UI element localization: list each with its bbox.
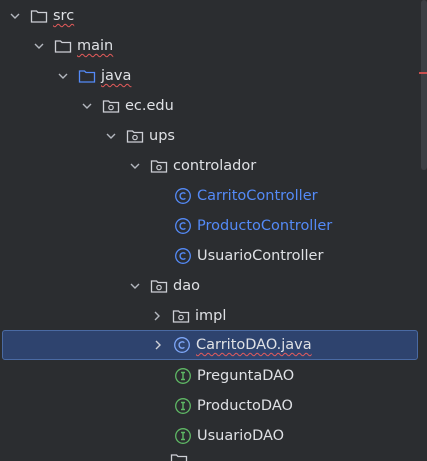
tree-node-producto-dao[interactable]: ProductoDAO (0, 391, 420, 421)
tree-node-label: ups (149, 128, 175, 144)
package-icon (172, 307, 190, 325)
vertical-scrollbar[interactable] (421, 0, 427, 170)
class-icon (173, 336, 191, 354)
tree-node-java[interactable]: java (0, 61, 420, 91)
chevron-right-icon[interactable] (150, 309, 164, 323)
tree-node-usuario-dao[interactable]: UsuarioDAO (0, 421, 420, 451)
tree-node-label: CarritoController (197, 188, 318, 204)
folder-icon (30, 7, 48, 25)
package-icon (150, 277, 168, 295)
interface-icon (174, 427, 192, 445)
tree-node-label: UsuarioController (197, 248, 324, 264)
tree-node-main[interactable]: main (0, 31, 420, 61)
chevron-down-icon[interactable] (32, 39, 46, 53)
class-icon (174, 247, 192, 265)
class-icon (174, 217, 192, 235)
tree-node-label: impl (195, 308, 227, 324)
chevron-down-icon[interactable] (80, 99, 94, 113)
tree-node-ec-edu[interactable]: ec.edu (0, 91, 420, 121)
chevron-down-icon[interactable] (104, 129, 118, 143)
tree-node-label: controlador (173, 158, 257, 174)
interface-icon (174, 367, 192, 385)
chevron-down-icon[interactable] (8, 9, 22, 23)
tree-node-partial (0, 451, 420, 461)
error-stripe-marker[interactable] (419, 72, 427, 74)
tree-node-label: main (77, 38, 114, 54)
class-icon (174, 187, 192, 205)
tree-node-dao[interactable]: dao (0, 271, 420, 301)
chevron-down-icon[interactable] (56, 69, 70, 83)
interface-icon (174, 397, 192, 415)
tree-node-label: ProductoController (197, 218, 333, 234)
tree-node-carrito-controller[interactable]: CarritoController (0, 181, 420, 211)
tree-node-label: ProductoDAO (197, 398, 293, 414)
source-folder-icon (78, 67, 96, 85)
tree-node-label: src (53, 8, 75, 24)
tree-node-label: PreguntaDAO (197, 368, 295, 384)
tree-node-label: dao (173, 278, 200, 294)
package-icon (170, 451, 188, 461)
tree-node-usuario-controller[interactable]: UsuarioController (0, 241, 420, 271)
package-icon (126, 127, 144, 145)
tree-node-src[interactable]: src (0, 1, 420, 31)
tree-node-carrito-dao[interactable]: CarritoDAO.java (2, 330, 418, 360)
tree-node-impl[interactable]: impl (0, 301, 420, 331)
tree-node-label: java (101, 68, 132, 84)
package-icon (102, 97, 120, 115)
chevron-down-icon[interactable] (128, 279, 142, 293)
tree-node-label: ec.edu (125, 98, 174, 114)
tree-node-label: CarritoDAO.java (196, 337, 312, 353)
chevron-right-icon[interactable] (151, 338, 165, 352)
package-icon (150, 157, 168, 175)
folder-icon (54, 37, 72, 55)
chevron-down-icon[interactable] (128, 159, 142, 173)
project-tree: src main java ec.edu ups controlador Car… (0, 0, 427, 461)
tree-node-producto-controller[interactable]: ProductoController (0, 211, 420, 241)
tree-node-ups[interactable]: ups (0, 121, 420, 151)
tree-node-label: UsuarioDAO (197, 428, 285, 444)
tree-node-controlador[interactable]: controlador (0, 151, 420, 181)
tree-node-pregunta-dao[interactable]: PreguntaDAO (0, 361, 420, 391)
